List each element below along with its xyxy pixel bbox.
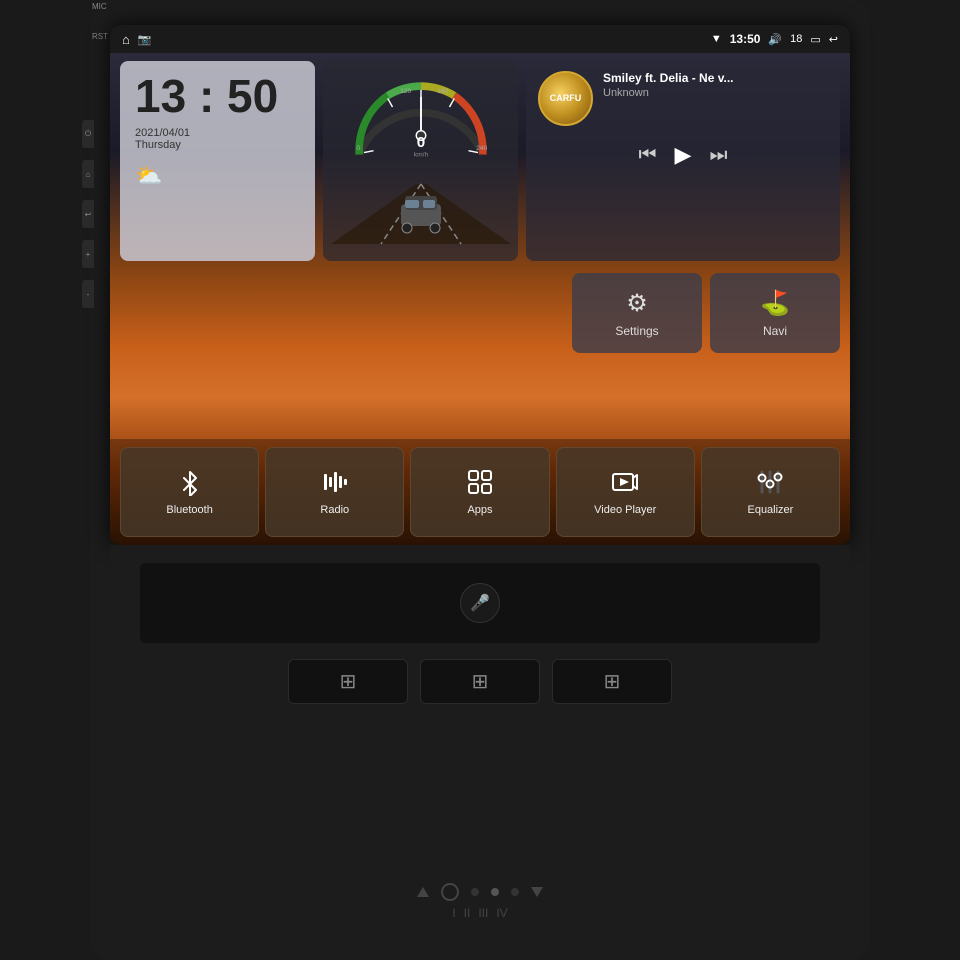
ac-control-area: 🎤: [140, 563, 820, 643]
equalizer-label: Equalizer: [747, 504, 793, 516]
power-button[interactable]: ⏻: [82, 120, 94, 148]
vent-center-icon: ⊞: [472, 669, 489, 694]
wifi-icon: ▼: [711, 33, 722, 45]
screen-content: 13 : 50 2021/04/01 Thursday ⛅: [110, 53, 850, 545]
next-track-button[interactable]: ⏭: [709, 144, 727, 167]
clock-day: Thursday: [135, 139, 181, 151]
vent-right-button[interactable]: ⊞: [552, 659, 672, 704]
play-button[interactable]: ▶: [675, 142, 692, 168]
svg-text:120: 120: [400, 88, 411, 95]
video-label: Video Player: [594, 504, 656, 516]
volume-level: 18: [790, 33, 802, 45]
video-tile[interactable]: Video Player: [556, 447, 695, 537]
speed-dials: I II III IV: [452, 906, 507, 920]
mic-button[interactable]: 🎤: [460, 583, 500, 623]
clock-widget: 13 : 50 2021/04/01 Thursday ⛅: [120, 61, 315, 261]
center-dial: [441, 883, 459, 901]
tri-1: [417, 887, 429, 897]
battery-icon: ▭: [810, 33, 820, 46]
bluetooth-label: Bluetooth: [166, 504, 212, 516]
back-side-button[interactable]: ↩: [82, 200, 94, 228]
album-art: CARFU: [538, 71, 593, 126]
bottom-decorative: I II III IV: [417, 883, 543, 920]
car-road: [323, 164, 518, 254]
status-time: 13:50: [730, 32, 761, 46]
dot-left: [471, 888, 479, 896]
side-buttons: ⏻ ⌂ ↩ + -: [82, 120, 94, 308]
rst-label: RST: [92, 32, 108, 41]
music-widget: CARFU Smiley ft. Delia - Ne v... Unknown…: [526, 61, 840, 261]
bluetooth-tile[interactable]: Bluetooth: [120, 447, 259, 537]
weather-icon: ⛅: [135, 163, 162, 189]
screen: ⌂ 📷 ▼ 13:50 🔊 18 ▭ ↩ 13 : 50 2021/04/01 …: [110, 25, 850, 545]
vent-right-icon: ⊞: [604, 669, 621, 694]
dot-right: [511, 888, 519, 896]
radio-tile[interactable]: Radio: [265, 447, 404, 537]
equalizer-icon: [756, 468, 784, 496]
radio-icon: [321, 468, 349, 496]
prev-track-button[interactable]: ⏮: [639, 144, 657, 167]
widgets-row: 13 : 50 2021/04/01 Thursday ⛅: [110, 53, 850, 273]
tri-2: [531, 887, 543, 897]
apps-label: Apps: [467, 504, 492, 516]
vent-row: ⊞ ⊞ ⊞: [288, 659, 672, 704]
dial-icon-2: II: [464, 906, 471, 920]
home-side-button[interactable]: ⌂: [82, 160, 94, 188]
equalizer-tile[interactable]: Equalizer: [701, 447, 840, 537]
vent-left-icon: ⊞: [340, 669, 357, 694]
radio-label: Radio: [320, 504, 349, 516]
settings-icon: ⚙: [626, 289, 648, 318]
vol-up-button[interactable]: +: [82, 240, 94, 268]
video-icon: [611, 468, 639, 496]
dial-icon-4: IV: [496, 906, 507, 920]
camera-icon: 📷: [138, 33, 152, 46]
music-controls: ⏮ ▶ ⏭: [538, 142, 828, 168]
settings-label: Settings: [615, 324, 658, 338]
mic-label: MIC: [92, 2, 107, 11]
navi-icon: ⛳: [760, 289, 790, 318]
status-right: ▼ 13:50 🔊 18 ▭ ↩: [711, 32, 838, 46]
home-icon[interactable]: ⌂: [122, 32, 130, 47]
device-body: MIC RST ⏻ ⌂ ↩ + - ⌂ 📷 ▼ 13:50: [90, 0, 870, 960]
lower-panel: 🎤 ⊞ ⊞ ⊞ I: [110, 545, 850, 940]
navi-label: Navi: [763, 324, 787, 338]
speedometer-widget: 0 120 160 240 0 km/h: [323, 61, 518, 261]
clock-weather: ⛅: [135, 163, 162, 189]
vol-down-button[interactable]: -: [82, 280, 94, 308]
dial-icon-3: III: [478, 906, 488, 920]
back-icon[interactable]: ↩: [829, 33, 838, 46]
music-info: Smiley ft. Delia - Ne v... Unknown: [603, 71, 828, 99]
music-artist: Unknown: [603, 87, 828, 99]
music-top: CARFU Smiley ft. Delia - Ne v... Unknown: [538, 71, 828, 126]
svg-text:0: 0: [356, 145, 360, 152]
apps-icon: [466, 468, 494, 496]
settings-navi-row: ⚙ Settings ⛳ Navi: [110, 273, 850, 353]
clock-date: 2021/04/01: [135, 127, 190, 139]
svg-text:km/h: km/h: [413, 151, 428, 158]
status-left: ⌂ 📷: [122, 32, 152, 47]
svg-text:240: 240: [476, 145, 487, 152]
bluetooth-icon: [176, 468, 204, 496]
vent-left-button[interactable]: ⊞: [288, 659, 408, 704]
svg-text:160: 160: [437, 88, 448, 95]
settings-tile[interactable]: ⚙ Settings: [572, 273, 702, 353]
speedometer-gauge: 0 120 160 240 0 km/h: [341, 69, 501, 164]
music-title: Smiley ft. Delia - Ne v...: [603, 71, 828, 85]
clock-time: 13 : 50: [135, 73, 278, 119]
navi-tile[interactable]: ⛳ Navi: [710, 273, 840, 353]
apps-row: Bluetooth Radio: [110, 439, 850, 545]
apps-tile[interactable]: Apps: [410, 447, 549, 537]
dial-icon-1: I: [452, 906, 455, 920]
status-bar: ⌂ 📷 ▼ 13:50 🔊 18 ▭ ↩: [110, 25, 850, 53]
svg-text:0: 0: [416, 134, 424, 151]
volume-icon: 🔊: [768, 33, 782, 46]
dot-center: [491, 888, 499, 896]
vent-center-button[interactable]: ⊞: [420, 659, 540, 704]
triangle-row: [417, 883, 543, 901]
